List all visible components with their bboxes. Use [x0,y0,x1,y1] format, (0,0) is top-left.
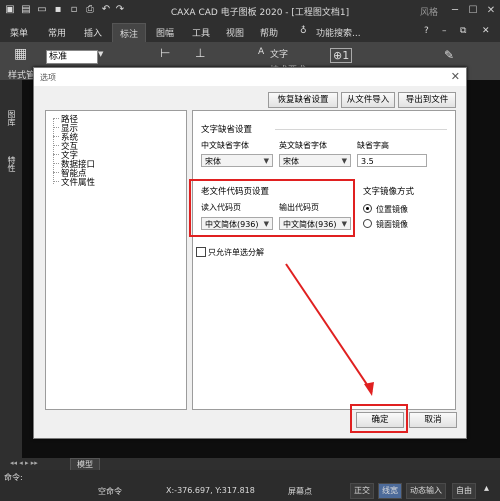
maximize-icon[interactable]: ☐ [464,2,482,20]
ribbon-restore-icon[interactable]: ⧉ [460,26,466,36]
library-tab[interactable]: 图库 [6,110,17,126]
undo-icon[interactable]: ↶ [100,4,112,16]
style-label[interactable]: 风格 [420,5,438,18]
left-dock-panel: 图库 特性 [0,80,22,460]
style-manager-icon[interactable]: ▦ [14,46,27,62]
tab-nav-icons[interactable]: ◂◂ ◂ ▸ ▸▸ [10,459,38,467]
feature-search[interactable]: 功能搜索... [316,26,361,39]
close-window-icon[interactable]: ✕ [482,2,500,20]
snap-mode[interactable]: 屏幕点 [288,486,312,497]
menu-tools[interactable]: 工具 [192,26,210,39]
redo-icon[interactable]: ↷ [114,4,126,16]
ribbon-minimize-icon[interactable]: – [442,26,447,36]
print-icon[interactable]: ⎙ [84,4,96,16]
menu-file[interactable]: 菜单 [10,26,28,39]
open-folder-icon[interactable]: ▭ [36,4,48,16]
layout-tab-bar: ◂◂ ◂ ▸ ▸▸ 模型 [0,458,500,472]
app-menu-icon[interactable]: ▣ [4,4,16,16]
menu-view[interactable]: 视图 [226,26,244,39]
idle-status: 空命令 [98,487,122,496]
text-icon[interactable]: A [258,47,264,57]
text-tool-label[interactable]: 文字 [270,47,288,60]
free-button[interactable]: 自由 [452,483,476,499]
options-dialog: 选项 ✕ 恢复缺省设置 从文件导入 导出到文件 路径 显示 系统 交互 文字 数… [33,67,467,439]
save-as-icon[interactable]: ▫ [68,4,80,16]
bulb-icon: ♁ [300,26,307,36]
linear-dim-icon[interactable]: ⊥ [195,46,205,60]
help-icon[interactable]: ? [424,26,429,36]
style-combo[interactable]: 标准 [46,50,98,64]
dimension-icon[interactable]: ⊢ [160,46,170,60]
annotation-arrow [285,263,374,396]
menu-insert[interactable]: 插入 [84,26,102,39]
menu-bar: 菜单 常用 插入 标注 图幅 工具 视图 帮助 ♁ 功能搜索... ? – ⧉ … [0,22,500,44]
window-title: CAXA CAD 电子图板 2020 - [工程图文档1] [170,8,350,18]
ok-button[interactable]: 确定 [356,412,404,428]
status-bar: 命令: 空命令 X:-376.697, Y:317.818 屏幕点 正交 线宽 … [0,470,500,501]
edit-icon[interactable]: ✎ [444,48,454,62]
menu-sheet[interactable]: 图幅 [156,26,174,39]
minimize-icon[interactable]: ─ [446,2,464,20]
title-bar: ▣ ▤ ▭ ▪ ▫ ⎙ ↶ ↷ CAXA CAD 电子图板 2020 - [工程… [0,0,500,22]
dynamic-input-button[interactable]: 动态输入 [406,483,446,499]
menu-annotate[interactable]: 标注 [112,23,147,44]
coordinate-readout: X:-376.697, Y:317.818 [166,486,255,495]
ribbon-close-icon[interactable]: ✕ [482,26,490,36]
save-icon[interactable]: ▪ [52,4,64,16]
properties-tab[interactable]: 特性 [6,156,17,172]
cancel-button[interactable]: 取消 [409,412,457,428]
status-expand-icon[interactable]: ▴ [484,483,489,494]
menu-help[interactable]: 帮助 [260,26,278,39]
new-file-icon[interactable]: ▤ [20,4,32,16]
command-label[interactable]: 命令: [4,472,23,483]
ortho-button[interactable]: 正交 [350,483,374,499]
lineweight-button[interactable]: 线宽 [378,483,402,499]
tolerance-icon[interactable]: ⊕1 [330,48,353,63]
combo-arrow-icon[interactable]: ▼ [98,50,103,58]
menu-common[interactable]: 常用 [48,26,66,39]
